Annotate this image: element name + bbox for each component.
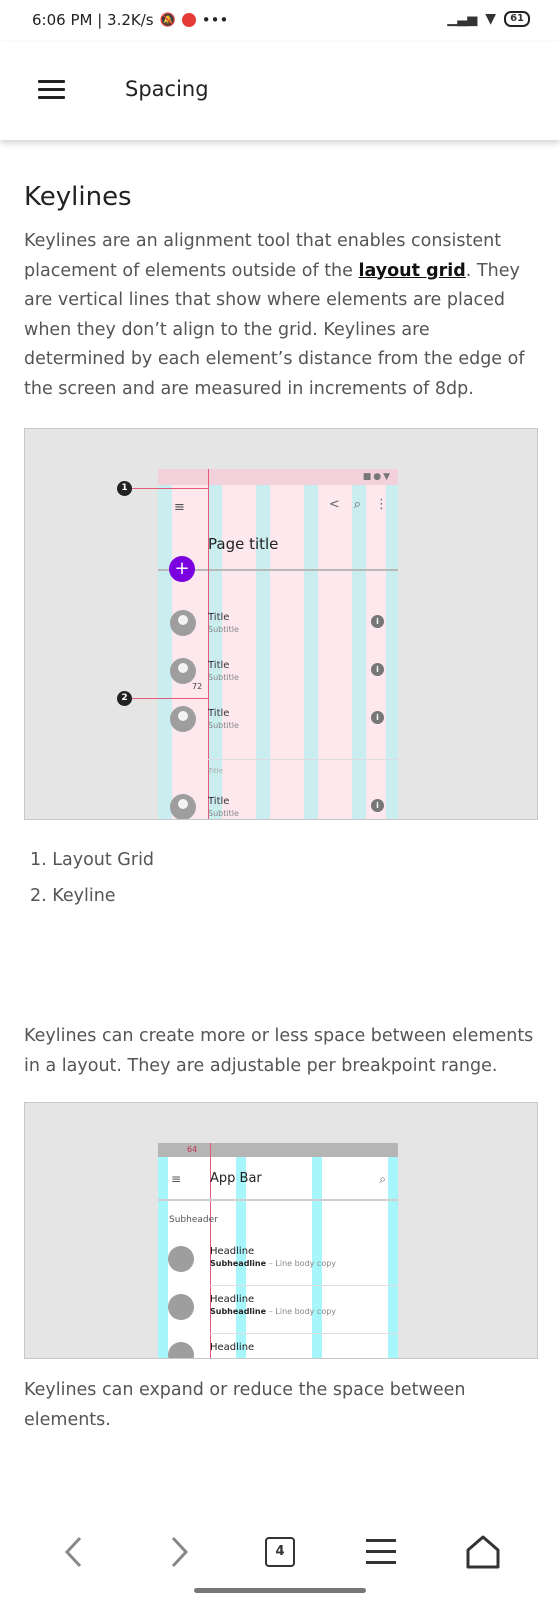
app-bar: Spacing <box>0 42 560 140</box>
tabs-count: 4 <box>265 1537 295 1567</box>
callout-2: 2 <box>117 691 132 706</box>
battery-indicator: 61 <box>504 11 530 27</box>
phone-mockup: 64 ≡ App Bar ⌕ Subheader Headline Subhea… <box>158 1143 398 1358</box>
info-icon: i <box>371 711 384 724</box>
signal-icon: ▁▃▅ <box>447 11 478 27</box>
section-heading: Keylines <box>24 182 132 212</box>
avatar-icon <box>168 1294 194 1320</box>
keyline-measure: 72 <box>192 682 203 691</box>
list-item: Headline <box>158 1342 398 1358</box>
wifi-icon: ▼ <box>485 11 497 27</box>
fab-add-icon: + <box>169 556 195 582</box>
more-notifications-icon: ••• <box>201 11 229 29</box>
menu-icon: ≡ <box>174 500 185 515</box>
mock-page-title: Page title <box>208 535 279 553</box>
info-icon: i <box>371 799 384 812</box>
chevron-right-icon <box>171 1536 189 1568</box>
list-item: Title Subtitle i <box>158 706 398 754</box>
menu-icon <box>366 1539 396 1564</box>
info-icon: i <box>371 615 384 628</box>
share-icon: < <box>328 497 340 512</box>
info-icon: i <box>371 663 384 676</box>
forward-button[interactable] <box>156 1532 202 1572</box>
callout-1: 1 <box>117 481 132 496</box>
home-icon <box>466 1535 500 1569</box>
keylines-breakpoint-figure: 64 ≡ App Bar ⌕ Subheader Headline Subhea… <box>24 1102 538 1359</box>
legend-item: 1. Layout Grid <box>30 850 155 870</box>
paragraph-breakpoints: Keylines can create more or less space b… <box>24 1026 534 1076</box>
menu-icon: ≡ <box>171 1172 182 1186</box>
menu-icon <box>38 80 65 83</box>
status-time: 6:06 PM | 3.2K/s <box>32 11 154 29</box>
keylines-figure: ■●▼ ≡ < ⌕ ⋮ Page title + Title Subtitle … <box>24 428 538 820</box>
subheader: Title <box>208 767 224 775</box>
avatar-icon <box>170 706 196 732</box>
chevron-left-icon <box>64 1536 82 1568</box>
intro-paragraph: Keylines are an alignment tool that enab… <box>24 231 525 399</box>
keyline-measure: 64 <box>187 1145 198 1154</box>
subheader: Subheader <box>169 1215 218 1225</box>
status-icons: ■●▼ <box>362 472 392 482</box>
list-item: Title Subtitle i <box>158 794 398 819</box>
menu-button[interactable] <box>38 80 65 102</box>
list-item: Headline Subheadline – Line body copy <box>158 1246 398 1294</box>
mock-app-bar-title: App Bar <box>210 1171 262 1186</box>
search-icon: ⌕ <box>379 1172 386 1186</box>
back-button[interactable] <box>51 1532 97 1572</box>
browser-menu-button[interactable] <box>358 1532 404 1572</box>
layout-grid-link[interactable]: layout grid <box>358 261 465 281</box>
home-button[interactable] <box>460 1532 506 1572</box>
page-title: Spacing <box>125 77 209 101</box>
more-vert-icon: ⋮ <box>375 497 388 512</box>
search-icon: ⌕ <box>353 497 361 512</box>
status-bar: 6:06 PM | 3.2K/s 🔕 ••• ▁▃▅ ▼ 61 <box>0 0 560 42</box>
legend-item: 2. Keyline <box>30 886 116 906</box>
avatar-icon <box>170 794 196 819</box>
list-item: Title Subtitle i <box>158 610 398 658</box>
avatar-icon <box>170 658 196 684</box>
avatar-icon <box>168 1246 194 1272</box>
gesture-bar[interactable] <box>194 1588 366 1593</box>
phone-mockup: ■●▼ ≡ < ⌕ ⋮ Page title + Title Subtitle … <box>158 469 398 819</box>
list-item: Headline Subheadline – Line body copy <box>158 1294 398 1342</box>
avatar-icon <box>168 1342 194 1358</box>
figure-legend: 1. Layout Grid 2. Keyline <box>30 848 154 920</box>
app-notification-icon <box>181 13 196 27</box>
notification-muted-icon: 🔕 <box>159 12 176 28</box>
tabs-button[interactable]: 4 <box>257 1532 303 1572</box>
avatar-icon <box>170 610 196 636</box>
paragraph-expand: Keylines can expand or reduce the space … <box>24 1380 466 1430</box>
